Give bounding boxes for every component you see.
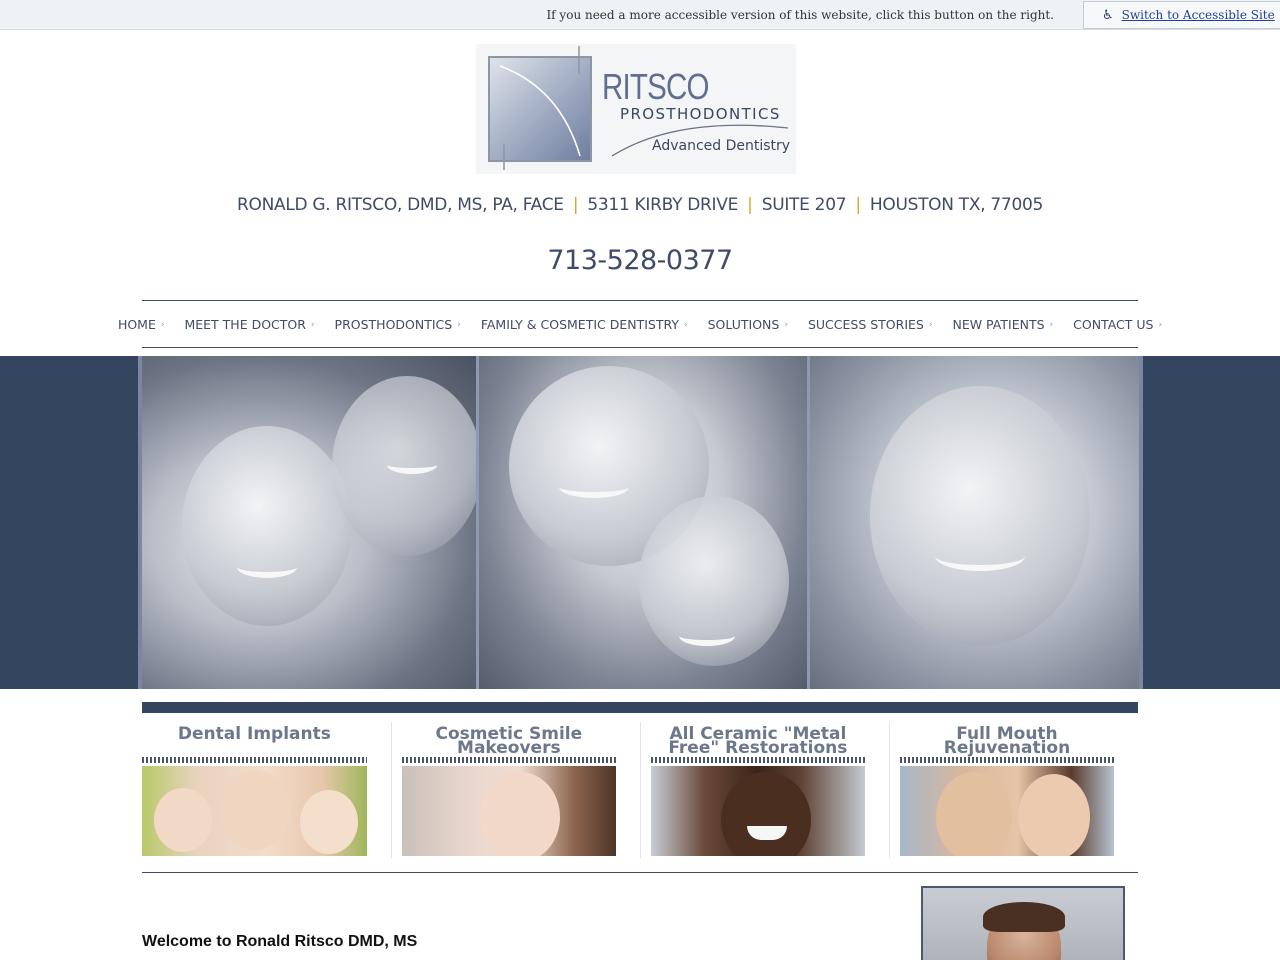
wheelchair-icon: ♿ xyxy=(1102,7,1114,23)
feature-title[interactable]: Full Mouth Rejuvenation xyxy=(900,722,1114,757)
nav-item-new-patients[interactable]: NEW PATIENTS › xyxy=(952,317,1053,332)
logo-name: RITSCO xyxy=(602,66,709,107)
feature-image[interactable] xyxy=(650,766,865,856)
hero-photo-mother-child xyxy=(476,356,807,689)
content-divider xyxy=(142,872,1138,873)
accessibility-bar: If you need a more accessible version of… xyxy=(0,0,1280,30)
feature-row: Dental Implants Cosmetic Smile Makeovers… xyxy=(142,722,1138,858)
feature-cosmetic-smile-makeovers[interactable]: Cosmetic Smile Makeovers xyxy=(390,722,640,858)
hero-photo-senior-man xyxy=(807,356,1139,689)
city-state-zip: HOUSTON TX, 77005 xyxy=(869,195,1043,215)
doctor-photo xyxy=(921,886,1125,960)
chevron-right-icon: › xyxy=(928,319,933,330)
feature-dental-implants[interactable]: Dental Implants xyxy=(142,722,391,858)
practice-address: RONALD G. RITSCO, DMD, MS, PA, FACE | 53… xyxy=(0,195,1280,215)
nav-item-family-cosmetic-dentistry[interactable]: FAMILY & COSMETIC DENTISTRY › xyxy=(481,317,688,332)
chevron-right-icon: › xyxy=(457,319,461,330)
phone-number[interactable]: 713-528-0377 xyxy=(0,245,1280,276)
nav-item-prosthodontics[interactable]: PROSTHODONTICS › xyxy=(335,317,461,332)
address-separator: | xyxy=(747,195,753,215)
feature-ceramic-restorations[interactable]: All Ceramic "Metal Free" Restorations xyxy=(639,722,889,858)
feature-title[interactable]: Cosmetic Smile Makeovers xyxy=(402,722,616,757)
street-address: 5311 KIRBY DRIVE xyxy=(587,195,739,215)
feature-header-bar xyxy=(142,702,1138,713)
main-navigation: HOME › MEET THE DOCTOR › PROSTHODONTICS › F… xyxy=(118,300,1162,348)
feature-divider xyxy=(142,757,367,763)
feature-full-mouth-rejuvenation[interactable]: Full Mouth Rejuvenation xyxy=(888,722,1138,858)
chevron-right-icon: › xyxy=(784,319,788,330)
nav-item-solutions[interactable]: SOLUTIONS › xyxy=(708,317,788,332)
nav-item-contact-us[interactable]: CONTACT US › xyxy=(1073,317,1162,332)
switch-accessible-site-label[interactable]: Switch to Accessible Site xyxy=(1122,8,1275,22)
doctor-name: RONALD G. RITSCO, DMD, MS, PA, FACE xyxy=(237,195,564,215)
feature-image[interactable] xyxy=(401,766,616,856)
logo-tagline: Advanced Dentistry xyxy=(652,138,791,154)
chevron-right-icon: › xyxy=(1049,319,1054,330)
hero-banner xyxy=(138,356,1143,689)
address-separator: | xyxy=(855,195,861,215)
nav-item-success-stories[interactable]: SUCCESS STORIES › xyxy=(808,317,933,332)
accessibility-message: If you need a more accessible version of… xyxy=(546,8,1054,22)
chevron-right-icon: › xyxy=(310,319,315,330)
nav-item-home[interactable]: HOME › xyxy=(118,317,165,332)
chevron-right-icon: › xyxy=(160,319,165,330)
welcome-heading: Welcome to Ronald Ritsco DMD, MS xyxy=(142,933,418,950)
feature-image[interactable] xyxy=(899,766,1115,856)
suite-number: SUITE 207 xyxy=(761,195,847,215)
hero-photo-family xyxy=(142,356,476,689)
nav-item-meet-the-doctor[interactable]: MEET THE DOCTOR › xyxy=(184,317,314,332)
site-logo[interactable]: RITSCO PROSTHODONTICS Advanced Dentistry xyxy=(476,44,796,174)
feature-image[interactable] xyxy=(142,766,367,856)
feature-title[interactable]: All Ceramic "Metal Free" Restorations xyxy=(651,722,865,757)
switch-accessible-site-button[interactable]: ♿ Switch to Accessible Site xyxy=(1083,1,1280,29)
address-separator: | xyxy=(572,195,579,215)
chevron-right-icon: › xyxy=(684,319,688,330)
chevron-right-icon: › xyxy=(1158,319,1163,330)
logo-subtitle: PROSTHODONTICS xyxy=(620,105,781,123)
feature-title[interactable]: Dental Implants xyxy=(142,722,367,756)
